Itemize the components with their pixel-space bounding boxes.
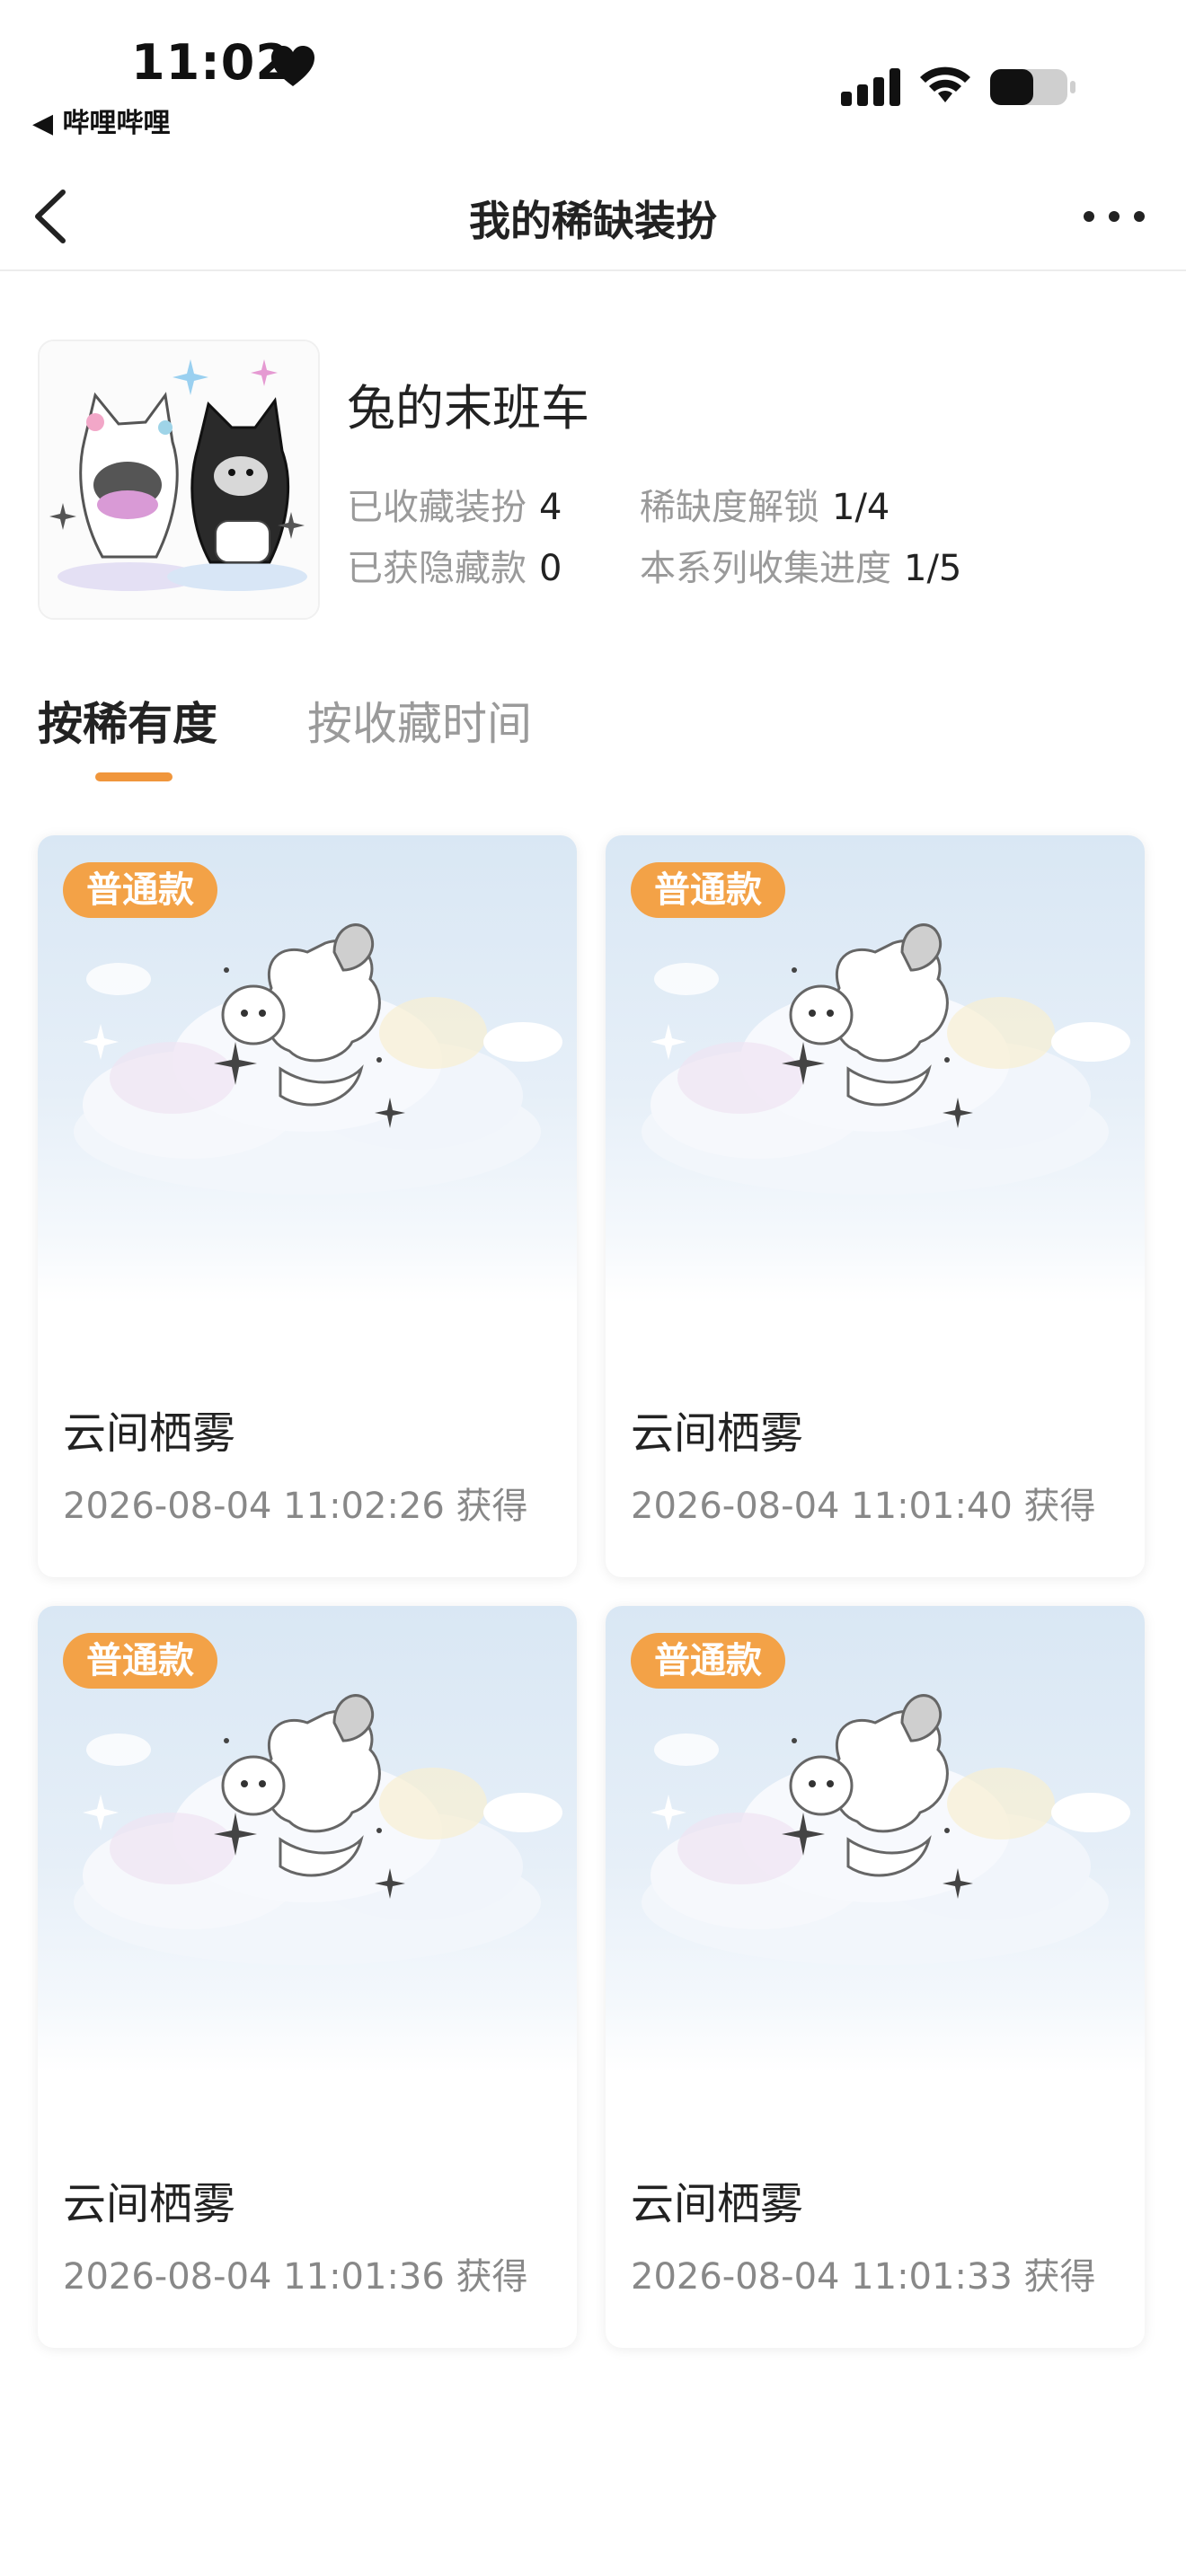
more-options-icon[interactable] (1080, 203, 1148, 230)
rarity-badge: 普通款 (63, 862, 217, 918)
stat-progress-label: 本系列收集进度 (640, 548, 891, 589)
status-bar: 11:02 ◀ 哔哩哔哩 (0, 0, 1186, 153)
card-obtained-time: 2026-08-04 11:01:33 获得 (631, 2256, 1096, 2298)
tab-by-rarity[interactable]: 按稀有度 (38, 688, 217, 753)
tab-by-collect-time[interactable]: 按收藏时间 (307, 688, 532, 753)
series-cover-image[interactable] (38, 340, 320, 620)
collection-card[interactable]: 普通款 云间栖雾 2026-08-04 11:02:26 获得 (38, 835, 577, 1577)
stat-rarity-unlock: 稀缺度解锁 1/4 (640, 478, 890, 530)
card-title: 云间栖雾 (63, 2179, 236, 2229)
collection-card[interactable]: 普通款 云间栖雾 2026-08-04 11:01:40 获得 (606, 835, 1145, 1577)
stat-progress-value: 1/5 (904, 548, 962, 589)
series-name: 兔的末班车 (347, 380, 589, 437)
wifi-icon (920, 66, 970, 102)
stat-rarity-unlock-label: 稀缺度解锁 (640, 487, 819, 528)
nav-bar: 我的稀缺装扮 (0, 162, 1186, 271)
stat-hidden-label: 已获隐藏款 (347, 548, 527, 589)
stat-hidden-value: 0 (539, 548, 562, 589)
active-tab-indicator (95, 772, 173, 781)
collection-card[interactable]: 普通款 云间栖雾 2026-08-04 11:01:36 获得 (38, 1606, 577, 2348)
cellular-signal-icon (841, 68, 900, 106)
stat-progress: 本系列收集进度 1/5 (640, 539, 961, 591)
status-time: 11:02 (131, 34, 290, 91)
collection-card[interactable]: 普通款 云间栖雾 2026-08-04 11:01:33 获得 (606, 1606, 1145, 2348)
page-title: 我的稀缺装扮 (469, 197, 717, 245)
stat-collected-label: 已收藏装扮 (347, 487, 527, 528)
rarity-badge: 普通款 (631, 1633, 785, 1689)
card-title: 云间栖雾 (631, 1408, 804, 1459)
back-to-app-link[interactable]: ◀ 哔哩哔哩 (32, 101, 171, 140)
rarity-badge: 普通款 (631, 862, 785, 918)
card-obtained-time: 2026-08-04 11:01:36 获得 (63, 2256, 528, 2298)
card-obtained-time: 2026-08-04 11:01:40 获得 (631, 1486, 1096, 1527)
rarity-badge: 普通款 (63, 1633, 217, 1689)
stat-rarity-unlock-value: 1/4 (832, 487, 890, 528)
stat-collected-value: 4 (539, 487, 562, 528)
card-title: 云间栖雾 (631, 2179, 804, 2229)
stat-collected: 已收藏装扮 4 (347, 478, 562, 530)
stat-hidden: 已获隐藏款 0 (347, 539, 562, 591)
card-obtained-time: 2026-08-04 11:02:26 获得 (63, 1486, 528, 1527)
card-title: 云间栖雾 (63, 1408, 236, 1459)
heart-icon (271, 46, 314, 86)
battery-icon (990, 69, 1075, 105)
